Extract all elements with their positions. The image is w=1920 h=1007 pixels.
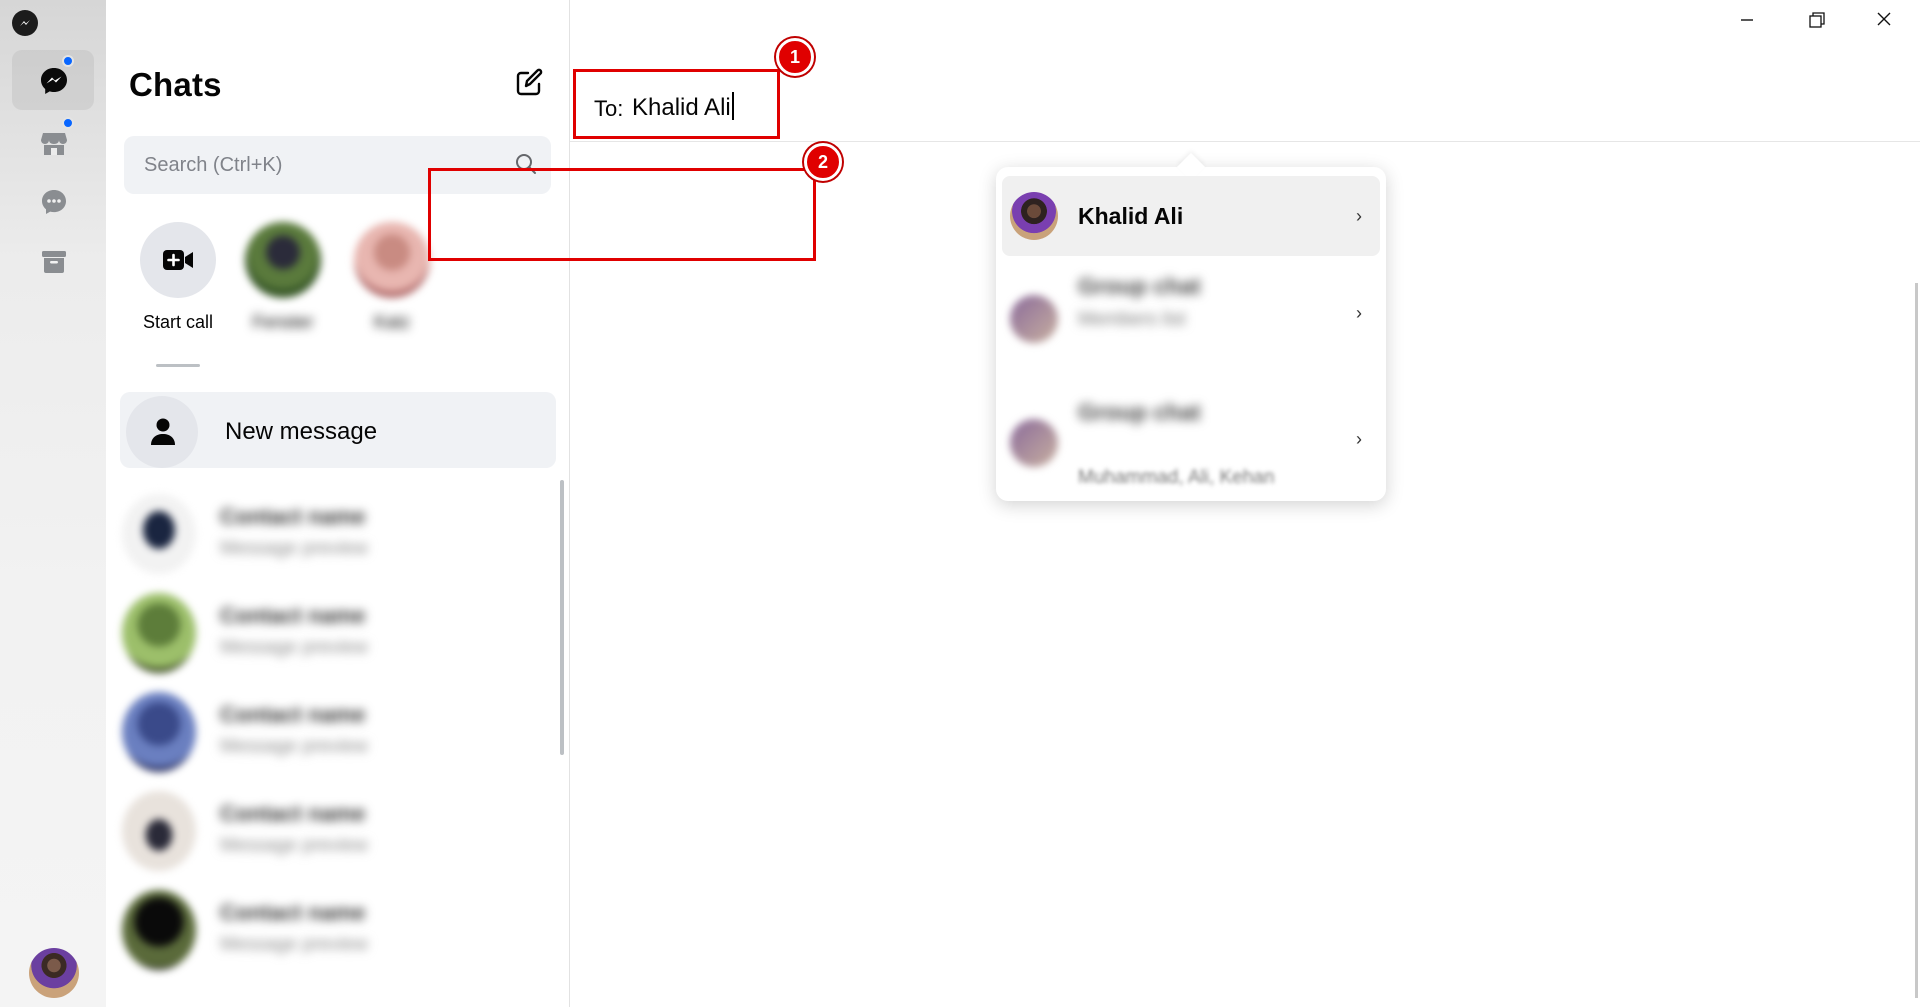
avatar bbox=[122, 890, 196, 970]
avatar bbox=[122, 692, 196, 772]
suggestion-members: Members list bbox=[1078, 309, 1186, 330]
unread-badge bbox=[62, 117, 74, 129]
suggestion-khalid-ali[interactable]: Khalid Ali › bbox=[1002, 176, 1380, 256]
conversation-preview: Message preview bbox=[220, 538, 368, 559]
conversation-preview: Message preview bbox=[220, 736, 368, 757]
suggestion-group[interactable]: Group chat Members list › bbox=[1002, 263, 1380, 379]
conversation-item[interactable]: Contact name Message preview bbox=[116, 684, 556, 780]
start-call-label: Start call bbox=[142, 312, 214, 332]
chevron-right-icon: › bbox=[1356, 303, 1362, 323]
video-call-icon bbox=[163, 250, 193, 270]
recipient-suggestions-dropdown: Khalid Ali › Group chat Members list › G… bbox=[996, 167, 1386, 501]
suggestion-name: Group chat bbox=[1078, 273, 1201, 299]
annotation-badge-1: 1 bbox=[776, 38, 814, 76]
avatar bbox=[1010, 419, 1058, 467]
avatar bbox=[122, 494, 196, 574]
conversation-preview: Message preview bbox=[220, 637, 368, 658]
chevron-right-icon: › bbox=[1356, 429, 1362, 449]
conversation-preview: Message preview bbox=[220, 934, 368, 955]
left-rail bbox=[0, 0, 106, 1007]
archive-icon bbox=[42, 251, 66, 273]
rail-chats-button[interactable] bbox=[12, 50, 94, 110]
video-call-circle bbox=[140, 222, 216, 298]
conversation-scrollbar[interactable] bbox=[1915, 283, 1918, 998]
suggestion-members: Muhammad, Ali, Kehan bbox=[1078, 467, 1275, 488]
story-label: Fenster bbox=[252, 312, 314, 332]
conversation-name: Contact name bbox=[220, 702, 366, 727]
avatar bbox=[122, 593, 196, 673]
person-icon bbox=[151, 418, 175, 445]
chevron-right-icon: › bbox=[1356, 206, 1362, 226]
avatar bbox=[122, 791, 196, 871]
story-label: Katz bbox=[373, 312, 411, 332]
story-contact[interactable]: Katz bbox=[347, 222, 437, 333]
person-icon-circle bbox=[126, 396, 198, 468]
compose-button[interactable] bbox=[514, 68, 544, 103]
suggestion-name: Khalid Ali bbox=[1078, 203, 1184, 229]
suggestion-group[interactable]: Group chat Muhammad, Ali, Kehan › bbox=[1002, 385, 1380, 495]
avatar bbox=[1010, 295, 1058, 343]
story-contact[interactable]: Fenster bbox=[238, 222, 328, 333]
messenger-logo-icon bbox=[12, 10, 38, 36]
conversation-name: Contact name bbox=[220, 801, 366, 826]
conversation-item[interactable]: Contact name Message preview bbox=[116, 783, 556, 879]
annotation-box-2 bbox=[428, 168, 816, 261]
conversation-area: To: Khalid Ali Khalid Ali › Group chat M… bbox=[570, 0, 1920, 1007]
page-title: Chats bbox=[129, 66, 222, 103]
message-requests-icon bbox=[42, 190, 66, 214]
new-message-item[interactable]: New message bbox=[120, 392, 556, 468]
avatar bbox=[1010, 192, 1058, 240]
rail-marketplace-button[interactable] bbox=[12, 112, 94, 172]
rail-requests-button[interactable] bbox=[12, 171, 94, 231]
profile-avatar[interactable] bbox=[29, 948, 79, 998]
new-message-label: New message bbox=[225, 418, 378, 445]
chat-list-panel: Chats Start call Fenster Katz bbox=[106, 0, 570, 1007]
conversation-item[interactable]: Contact name Message preview bbox=[116, 486, 556, 582]
conversation-name: Contact name bbox=[220, 603, 366, 628]
suggestion-name: Group chat bbox=[1078, 399, 1201, 425]
avatar bbox=[354, 222, 430, 298]
unread-badge bbox=[62, 55, 74, 67]
conversation-name: Contact name bbox=[220, 900, 366, 925]
stories-scroll-indicator bbox=[156, 364, 200, 367]
annotation-box-1 bbox=[573, 69, 780, 139]
chat-bubble-icon bbox=[41, 68, 67, 94]
annotation-badge-2: 2 bbox=[804, 143, 842, 181]
conversation-preview: Message preview bbox=[220, 835, 368, 856]
avatar bbox=[245, 222, 321, 298]
start-call-button[interactable]: Start call bbox=[133, 222, 223, 333]
compose-icon bbox=[516, 68, 543, 96]
marketplace-icon bbox=[41, 133, 67, 155]
rail-archive-button[interactable] bbox=[12, 231, 94, 291]
conversation-item[interactable]: Contact name Message preview bbox=[116, 585, 556, 681]
chat-list-scrollbar[interactable] bbox=[560, 480, 564, 755]
conversation-name: Contact name bbox=[220, 504, 366, 529]
conversation-item[interactable]: Contact name Message preview bbox=[116, 882, 556, 978]
